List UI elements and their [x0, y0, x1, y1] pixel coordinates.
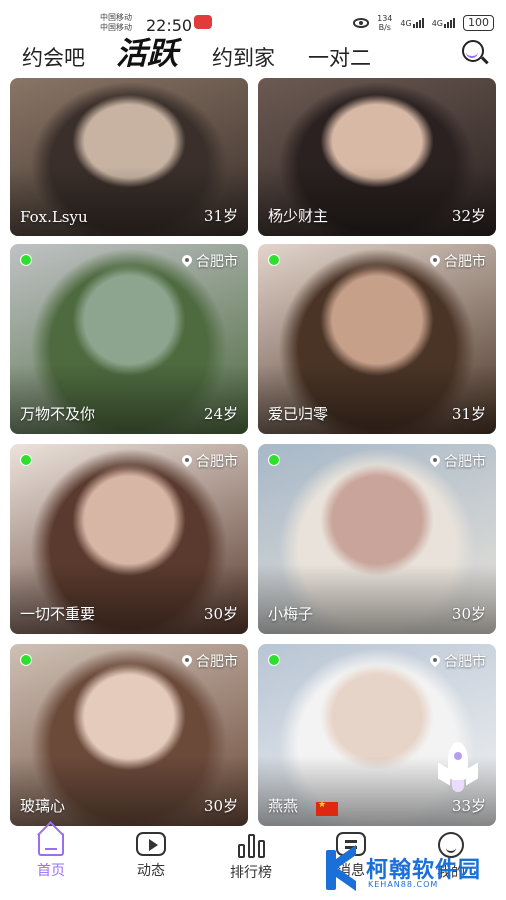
nav-feed-label: 动态	[137, 863, 165, 879]
profile-name: Fox.Lsyu	[20, 208, 88, 226]
profile-name: 杨少财主	[268, 207, 329, 225]
location-tag: 合肥市	[182, 251, 238, 271]
profile-age: 24岁	[203, 405, 238, 423]
net-type-2: 4G	[431, 19, 443, 28]
network-speed: 134 B/s	[377, 14, 392, 32]
profile-card[interactable]: 合肥市燕燕 33岁	[258, 644, 496, 826]
profile-age: 32岁	[451, 207, 486, 225]
tab-active[interactable]: 活跃	[116, 28, 178, 73]
tab-home-visit[interactable]: 约到家	[212, 42, 275, 72]
ranking-icon	[236, 832, 266, 858]
location-pin-icon	[430, 455, 440, 467]
profile-card[interactable]: 合肥市玻璃心 30岁	[10, 644, 248, 826]
profile-card[interactable]: 合肥市爱已归零 31岁	[258, 244, 496, 434]
online-status-dot	[268, 454, 280, 466]
carrier-1: 中国移动	[100, 13, 132, 22]
profile-card[interactable]: 合肥市一切不重要 30岁	[10, 444, 248, 634]
tab-one-on-two[interactable]: 一对二	[308, 42, 371, 72]
location-text: 合肥市	[196, 654, 238, 670]
profile-name: 小梅子	[268, 605, 314, 623]
status-indicators: 134 B/s 4G 4G 100	[353, 14, 494, 32]
profile-card[interactable]: Fox.Lsyu 31岁	[10, 78, 248, 236]
china-flag-icon	[316, 800, 338, 816]
nav-feed[interactable]: 动态	[116, 832, 186, 880]
speed-unit: B/s	[378, 23, 391, 32]
battery-icon: 100	[463, 15, 494, 31]
location-text: 合肥市	[196, 454, 238, 470]
location-tag: 合肥市	[430, 451, 486, 471]
signal-1-icon: 4G	[400, 18, 424, 28]
nav-ranking[interactable]: 排行榜	[216, 832, 286, 882]
nav-home-label: 首页	[37, 863, 65, 879]
net-type-1: 4G	[400, 19, 412, 28]
top-tab-bar: 约会吧 活跃 约到家 一对二	[0, 34, 506, 74]
profile-age: 30岁	[203, 605, 238, 623]
location-text: 合肥市	[444, 254, 486, 270]
profile-age: 30岁	[203, 797, 238, 815]
location-text: 合肥市	[444, 654, 486, 670]
profile-age: 30岁	[451, 605, 486, 623]
location-text: 合肥市	[444, 454, 486, 470]
profile-card[interactable]: 合肥市万物不及你 24岁	[10, 244, 248, 434]
home-icon	[38, 832, 64, 856]
location-tag: 合肥市	[430, 251, 486, 271]
speed-value: 134	[377, 14, 393, 23]
location-pin-icon	[182, 655, 192, 667]
profile-card[interactable]: 合肥市小梅子 30岁	[258, 444, 496, 634]
play-icon	[136, 832, 166, 856]
notification-badge	[194, 15, 212, 29]
watermark-url: KEHAN88.COM	[368, 880, 439, 889]
eye-comfort-icon	[353, 18, 370, 28]
profile-name: 燕燕	[268, 797, 299, 815]
profile-age: 31岁	[203, 207, 238, 225]
signal-2-icon: 4G	[432, 18, 455, 28]
profile-age: 31岁	[451, 405, 486, 423]
online-status-dot	[268, 654, 280, 666]
search-button[interactable]	[462, 40, 489, 66]
location-tag: 合肥市	[182, 451, 238, 471]
online-status-dot	[20, 654, 32, 666]
watermark-logo: 柯翰软件园 KEHAN88.COM	[322, 844, 502, 892]
location-pin-icon	[182, 455, 192, 467]
nav-ranking-label: 排行榜	[230, 865, 272, 881]
k-logo-icon	[322, 844, 358, 892]
location-pin-icon	[430, 255, 440, 267]
profile-name: 爱已归零	[268, 405, 329, 423]
tab-dating[interactable]: 约会吧	[22, 42, 85, 72]
profile-name: 一切不重要	[20, 605, 96, 623]
location-pin-icon	[182, 255, 192, 267]
status-bar: 中国移动 中国移动 22:50 134 B/s 4G 4G 100	[0, 0, 506, 36]
online-status-dot	[20, 454, 32, 466]
location-tag: 合肥市	[430, 651, 486, 671]
profile-name: 玻璃心	[20, 797, 66, 815]
profile-name: 万物不及你	[20, 405, 96, 423]
nav-home[interactable]: 首页	[16, 832, 86, 880]
online-status-dot	[268, 254, 280, 266]
online-status-dot	[20, 254, 32, 266]
location-tag: 合肥市	[182, 651, 238, 671]
location-text: 合肥市	[196, 254, 238, 270]
profile-age: 33岁	[451, 797, 486, 815]
location-pin-icon	[430, 655, 440, 667]
profile-card[interactable]: 杨少财主 32岁	[258, 78, 496, 236]
rocket-icon[interactable]	[436, 742, 480, 794]
